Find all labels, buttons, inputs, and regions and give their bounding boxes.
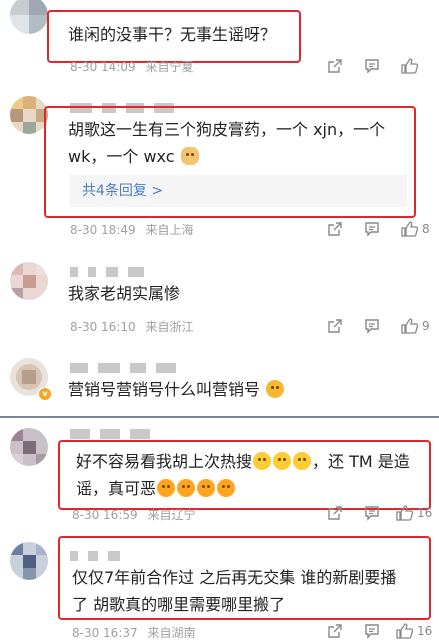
verified-badge: v: [38, 387, 52, 401]
comment-location: 来自宁夏: [145, 60, 194, 74]
comment-text-line1-a: 好不容易看我胡上次热搜: [76, 452, 253, 471]
like-count: 16: [417, 624, 433, 638]
view-replies-link[interactable]: 共4条回复 >: [70, 175, 407, 207]
comment-2: 胡歌这一生有三个狗皮膏药，一个 xjn，一个 wk，一个 wxc 共4条回复 >…: [0, 86, 439, 246]
comment-text-line1-b: ，还 TM 是造: [312, 452, 410, 471]
share-icon[interactable]: [327, 505, 343, 521]
comment-3: 我家老胡实属惨 8-30 16:10 来自浙江 9: [0, 246, 439, 344]
comment-time: 8-30 14:09: [70, 60, 136, 74]
like-icon: [401, 58, 418, 74]
comment-text-content: 营销号营销号什么叫营销号: [68, 380, 261, 399]
share-icon[interactable]: [327, 623, 343, 639]
comment-text: 胡歌这一生有三个狗皮膏药，一个 xjn，一个 wk，一个 wxc: [68, 116, 385, 170]
like-icon: [401, 318, 418, 334]
avatar[interactable]: [10, 542, 48, 580]
share-icon[interactable]: [327, 318, 343, 334]
comment-location: 来自辽宁: [147, 508, 196, 522]
comment-time: 8-30 16:37: [72, 626, 138, 640]
like-button[interactable]: 8: [401, 221, 430, 237]
hug-emoji: [266, 380, 285, 398]
angry-emoji: [217, 479, 236, 497]
comment-location: 来自湖南: [147, 626, 196, 640]
comment-time: 8-30 16:10: [70, 320, 136, 334]
comment-text-line2: 谣，真可恶: [76, 475, 410, 502]
avatar[interactable]: [10, 262, 48, 300]
like-icon: [396, 505, 413, 521]
comment-text: 好不容易看我胡上次热搜 ，还 TM 是造 谣，真可恶: [76, 448, 410, 502]
comment-location: 来自浙江: [145, 320, 194, 334]
comment-6: 仅仅7年前合作过 之后再无交集 谁的新剧要播 了 胡歌真的哪里需要哪里搬了 8-…: [0, 522, 439, 640]
comment-text-line1: 好不容易看我胡上次热搜 ，还 TM 是造: [76, 448, 410, 475]
comment-meta: 8-30 16:10 来自浙江: [70, 318, 193, 335]
username-masked: [70, 424, 160, 439]
angry-emoji: [197, 479, 216, 497]
share-icon[interactable]: [327, 58, 343, 74]
comment-meta: 8-30 16:59 来自辽宁: [72, 506, 195, 523]
comment-text-line2: wk，一个 wxc: [68, 143, 385, 170]
angry-emoji: [157, 479, 176, 497]
like-count: 16: [417, 506, 433, 520]
comment-text-line1: 胡歌这一生有三个狗皮膏药，一个 xjn，一个: [68, 120, 386, 139]
comment-meta: 8-30 16:37 来自湖南: [72, 624, 195, 641]
angry-emoji: [177, 479, 196, 497]
comment-time: 8-30 18:49: [70, 223, 136, 237]
like-icon: [401, 221, 418, 237]
comment-icon[interactable]: [364, 623, 380, 639]
comment-text-line2-text: wk，一个 wxc: [68, 147, 175, 166]
comment-location: 来自上海: [145, 223, 194, 237]
like-count: 9: [422, 319, 430, 333]
like-button[interactable]: 9: [401, 318, 430, 334]
comment-icon[interactable]: [364, 318, 380, 334]
comment-text: 谁闲的没事干？无事生谣呀？: [68, 25, 277, 44]
avatar[interactable]: [10, 96, 48, 134]
comment-icon[interactable]: [364, 58, 380, 74]
share-icon[interactable]: [327, 221, 343, 237]
comment-text: 我家老胡实属惨: [68, 284, 181, 303]
comment-1: 谁闲的没事干？无事生谣呀？ 8-30 14:09 来自宁夏: [0, 0, 439, 86]
comment-text-line1: 仅仅7年前合作过 之后再无交集 谁的新剧要播: [72, 568, 397, 587]
avatar[interactable]: [10, 0, 48, 34]
comment-text: 营销号营销号什么叫营销号: [68, 376, 285, 403]
comment-meta: 8-30 14:09 来自宁夏: [70, 58, 193, 75]
comment-text-line2: 了 胡歌真的哪里需要哪里搬了: [72, 595, 286, 614]
smile-emoji: [273, 452, 292, 470]
smile-emoji: [253, 452, 272, 470]
like-button[interactable]: 16: [396, 505, 432, 521]
username-masked: [70, 358, 186, 373]
comment-meta: 8-30 18:49 来自上海: [70, 221, 193, 238]
like-button[interactable]: [401, 58, 422, 74]
comment-time: 8-30 16:59: [72, 508, 138, 522]
like-button[interactable]: 16: [396, 623, 432, 639]
comment-4: v 营销号营销号什么叫营销号: [0, 344, 439, 416]
smile-emoji: [293, 452, 312, 470]
username-masked: [70, 262, 154, 277]
dog-emoji: [180, 147, 199, 165]
avatar[interactable]: [10, 428, 48, 466]
comment-text: 仅仅7年前合作过 之后再无交集 谁的新剧要播 了 胡歌真的哪里需要哪里搬了: [72, 564, 396, 618]
comment-5: 好不容易看我胡上次热搜 ，还 TM 是造 谣，真可恶 8-30 16:59 来自辽…: [0, 418, 439, 522]
like-count: 8: [422, 222, 430, 236]
comment-icon[interactable]: [364, 505, 380, 521]
comment-text-line2-text: 谣，真可恶: [76, 479, 157, 498]
like-icon: [396, 623, 413, 639]
comment-icon[interactable]: [364, 221, 380, 237]
